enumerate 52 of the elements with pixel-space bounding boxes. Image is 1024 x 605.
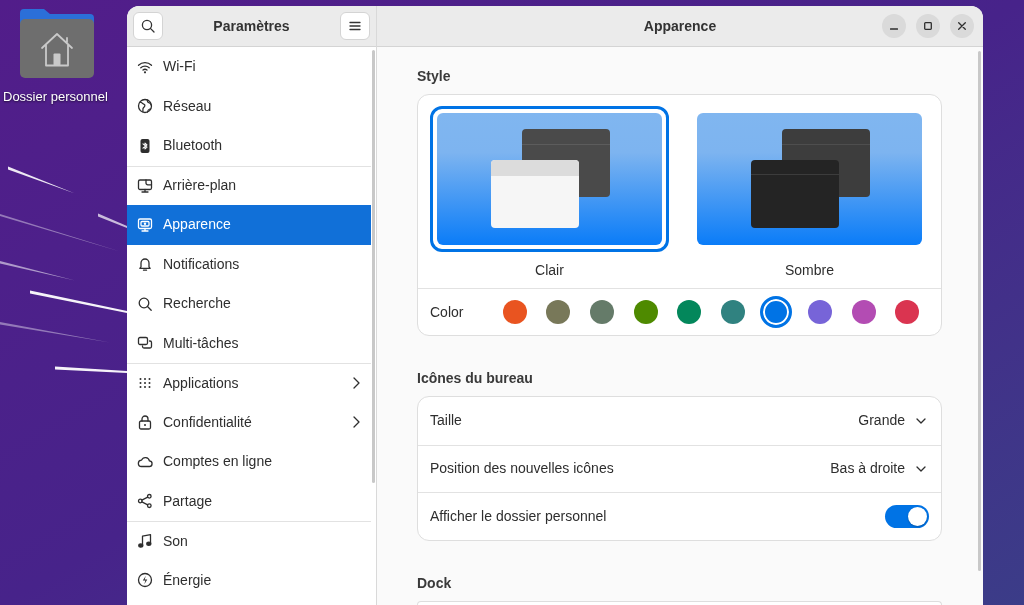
accent-swatch-icon[interactable]	[633, 300, 658, 324]
setting-label: Afficher le dossier personnel	[430, 506, 607, 526]
bell-icon	[137, 256, 153, 273]
page-title: Apparence	[643, 16, 717, 36]
home-folder-icon[interactable]	[20, 8, 94, 78]
accent-swatch-icon[interactable]	[895, 300, 920, 324]
chevron-down-icon	[916, 465, 926, 472]
close-icon	[958, 22, 966, 30]
dropdown-button[interactable]: Bas à droite	[830, 458, 929, 480]
search-button[interactable]	[133, 12, 163, 40]
style-option-button[interactable]	[430, 106, 669, 252]
section-heading: Icônes du bureau	[417, 369, 534, 387]
accent-swatch-icon[interactable]	[808, 300, 832, 324]
chevron-down-icon	[916, 417, 926, 424]
style-option-button[interactable]	[697, 113, 922, 245]
section-heading: Style	[417, 67, 452, 85]
dropdown-button[interactable]: Grande	[858, 410, 929, 432]
globe-icon	[137, 98, 153, 115]
style-label: Clair	[535, 262, 564, 278]
section-heading: Dock	[417, 573, 453, 592]
bolt-icon	[137, 572, 153, 589]
windows-icon	[137, 335, 153, 352]
menu-icon	[349, 21, 361, 31]
minimize-button[interactable]	[882, 14, 906, 38]
monitor-panel-icon	[137, 216, 153, 233]
accent-swatch-icon[interactable]	[590, 300, 614, 324]
setting-label: Taille	[430, 411, 462, 431]
menu-button[interactable]	[340, 12, 370, 40]
share-icon	[137, 493, 153, 510]
maximize-icon	[924, 22, 932, 30]
music-note-icon	[137, 533, 153, 550]
accent-swatch-icon[interactable]	[720, 300, 745, 324]
accent-swatch-icon[interactable]	[760, 296, 793, 328]
lock-icon	[137, 414, 153, 431]
sidebar-title: Paramètres	[213, 16, 290, 36]
monitor-icon	[137, 177, 153, 194]
accent-swatch-icon[interactable]	[677, 300, 702, 324]
sidebar-item[interactable]: Apparence	[127, 205, 371, 245]
search-icon	[141, 19, 155, 33]
color-label: Color	[430, 302, 465, 322]
setting-label: Position des nouvelles icônes	[430, 459, 614, 479]
accent-swatch-icon[interactable]	[546, 300, 571, 324]
accent-swatch-icon[interactable]	[851, 300, 876, 324]
accent-swatch-icon[interactable]	[502, 300, 527, 324]
desktop-icon-label[interactable]: Dossier personnel	[3, 89, 108, 105]
search-icon	[137, 295, 153, 312]
style-label: Sombre	[785, 262, 834, 278]
close-button[interactable]	[950, 14, 974, 38]
scrollbar[interactable]	[372, 50, 375, 483]
scrollbar[interactable]	[978, 51, 981, 571]
maximize-button[interactable]	[916, 14, 940, 38]
toggle-switch[interactable]	[885, 504, 929, 528]
